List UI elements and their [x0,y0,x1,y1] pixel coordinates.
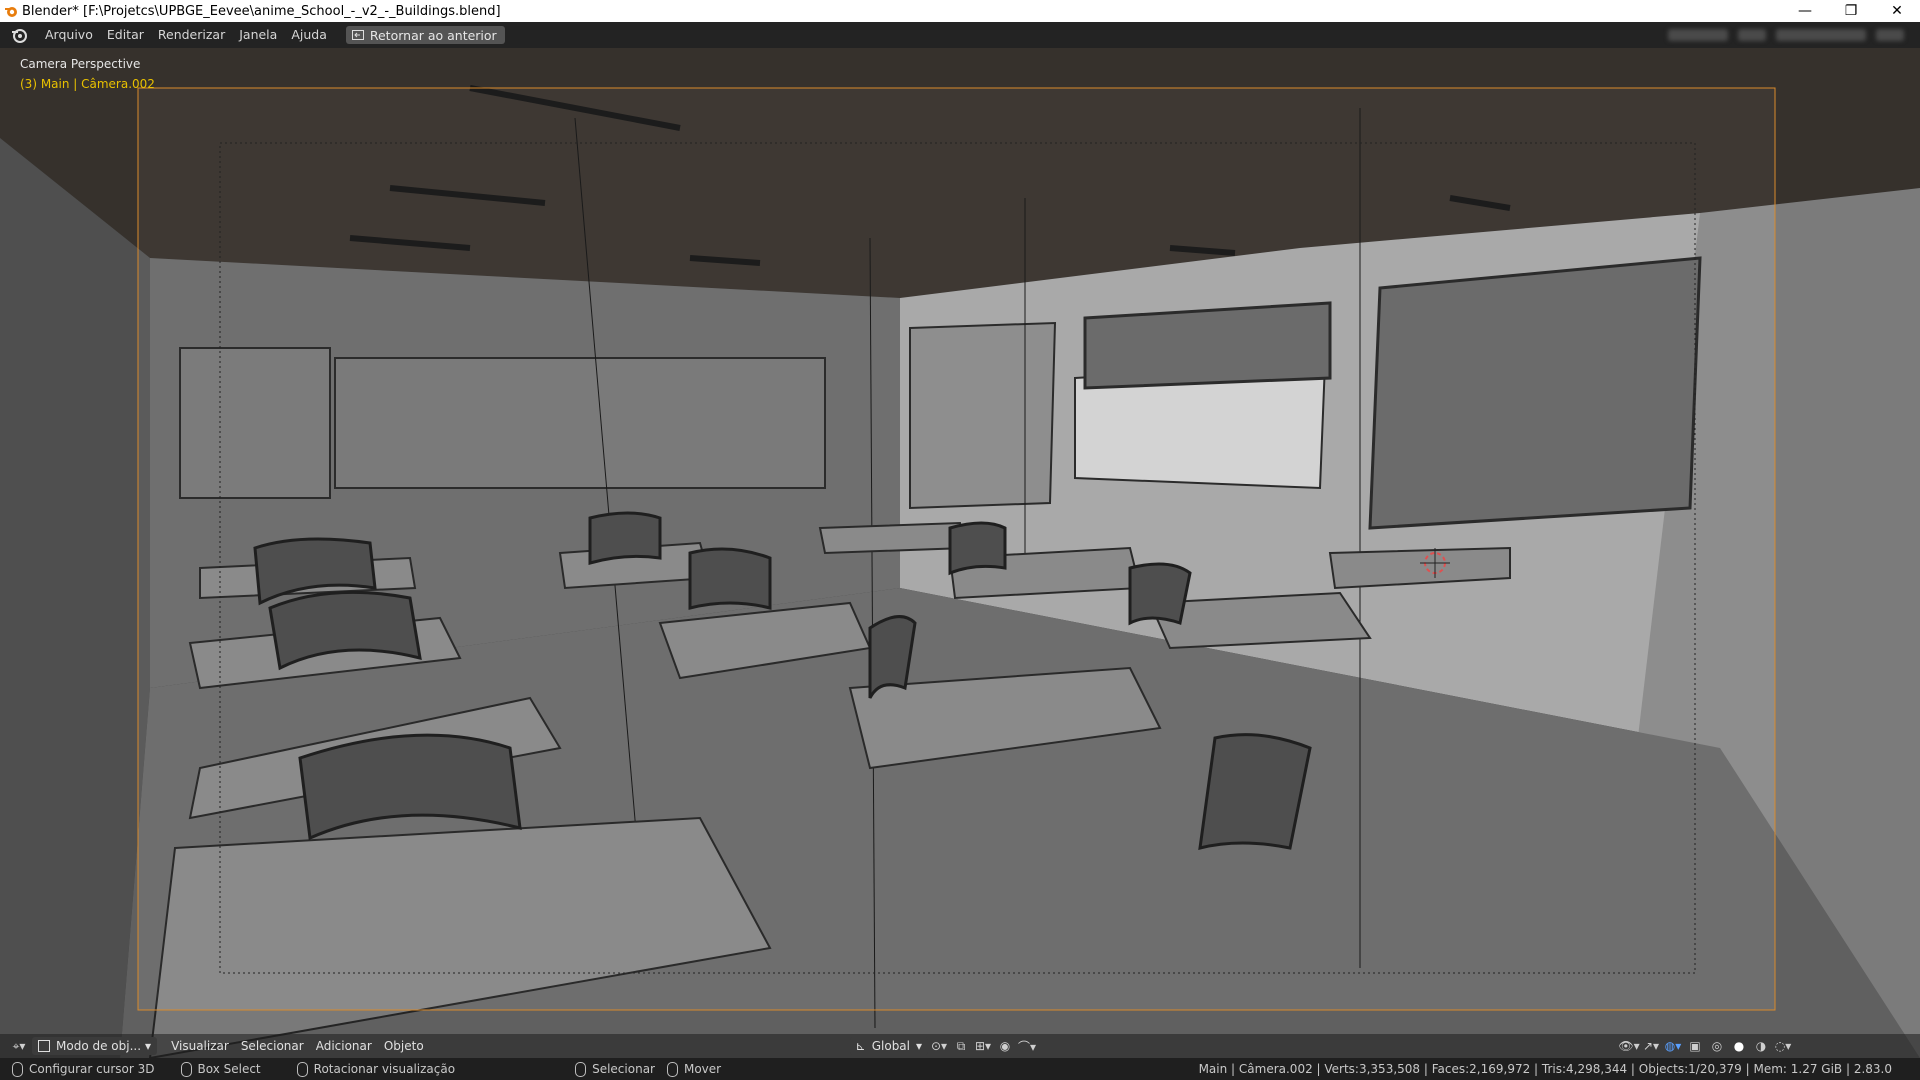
menu-editar[interactable]: Editar [100,22,151,48]
view-label: Camera Perspective [20,57,141,71]
blender-logo-icon[interactable] [10,26,28,44]
top-menu-bar: Arquivo Editar Renderizar Janela Ajuda R… [0,22,1920,48]
mouse-left-icon [12,1061,23,1077]
snap-target-icon[interactable]: ⊞▾ [972,1037,994,1055]
workspace-selector-blurred [1444,22,1920,48]
falloff-icon[interactable]: ⌒▾ [1016,1037,1038,1055]
menu-arquivo[interactable]: Arquivo [38,22,100,48]
classroom-scene [0,48,1920,1058]
menu-ajuda[interactable]: Ajuda [284,22,334,48]
proportional-edit-icon[interactable]: ◉ [994,1037,1016,1055]
3d-viewport[interactable]: Camera Perspective (3) Main | Câmera.002 [0,48,1920,1058]
menu-selecionar[interactable]: Selecionar [235,1037,310,1055]
wireframe-shading-icon[interactable]: ◎ [1706,1037,1728,1055]
close-button[interactable]: ✕ [1874,0,1920,22]
mode-dropdown[interactable]: Modo de obj... ▾ [32,1037,158,1055]
gizmo-icon[interactable]: ↗▾ [1640,1037,1662,1055]
maximize-button[interactable]: ❐ [1828,0,1874,22]
transform-orientation-dropdown[interactable]: ⊾ Global ▾ [849,1037,929,1055]
orientation-axes-icon: ⊾ [855,1039,866,1053]
status-move: Mover [666,1061,722,1077]
window-title: Blender* [F:\Projetcs\UPBGE_Eevee\anime_… [22,3,501,19]
mouse-left-drag-icon [180,1061,192,1077]
status-select: Selecionar [575,1061,655,1077]
object-mode-icon [38,1040,50,1052]
mouse-middle-icon [296,1061,308,1077]
mouse-right-drag-icon [666,1061,678,1077]
chevron-down-icon: ▾ [916,1039,923,1053]
orientation-label: Global [871,1039,910,1053]
solid-shading-icon[interactable]: ● [1728,1037,1750,1055]
status-label: Rotacionar visualização [313,1062,456,1076]
menu-renderizar[interactable]: Renderizar [151,22,232,48]
visibility-icon[interactable]: 👁▾ [1618,1037,1640,1055]
status-bar: Configurar cursor 3D Box Select Rotacion… [0,1058,1920,1080]
rendered-shading-icon[interactable]: ◌▾ [1772,1037,1794,1055]
editor-type-icon[interactable]: ⌖▾ [8,1037,30,1055]
menu-objeto[interactable]: Objeto [378,1037,430,1055]
viewport-header: ⌖▾ Modo de obj... ▾ Visualizar Seleciona… [0,1034,1920,1058]
status-label: Selecionar [592,1062,655,1076]
mouse-right-icon [575,1061,587,1077]
material-shading-icon[interactable]: ◑ [1750,1037,1772,1055]
overlays-icon[interactable]: ◍▾ [1662,1037,1684,1055]
back-to-previous-button[interactable]: Retornar ao anterior [345,26,505,44]
back-button-label: Retornar ao anterior [369,27,497,43]
status-label: Mover [683,1062,722,1076]
xray-icon[interactable]: ▣ [1684,1037,1706,1055]
status-rotate-view: Rotacionar visualização [296,1061,456,1077]
window-titlebar: Blender* [F:\Projetcs\UPBGE_Eevee\anime_… [0,0,1920,22]
status-set-3d-cursor: Configurar cursor 3D [12,1061,155,1077]
mode-label: Modo de obj... [56,1039,142,1053]
minimize-button[interactable]: — [1782,0,1828,22]
collection-label: (3) Main | Câmera.002 [20,77,155,91]
status-box-select: Box Select [180,1061,261,1077]
menu-visualizar[interactable]: Visualizar [165,1037,235,1055]
status-label: Box Select [197,1062,261,1076]
back-arrow-icon [351,30,364,40]
pivot-point-icon[interactable]: ⊙▾ [928,1037,950,1055]
scene-statistics: Main | Câmera.002 | Verts:3,353,508 | Fa… [1198,1062,1892,1076]
snap-toggle-icon[interactable]: ⧉ [950,1037,972,1055]
chevron-down-icon: ▾ [145,1039,152,1053]
blender-app-icon [5,7,17,17]
menu-janela[interactable]: Janela [232,22,284,48]
status-label: Configurar cursor 3D [29,1062,155,1076]
menu-adicionar[interactable]: Adicionar [310,1037,378,1055]
